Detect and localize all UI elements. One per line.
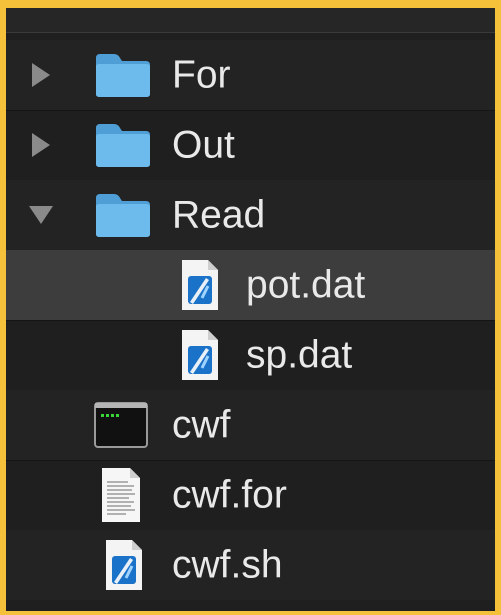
item-name: sp.dat xyxy=(246,333,353,377)
list-row-out[interactable]: Out xyxy=(6,110,495,181)
list-row-pot-dat[interactable]: pot.dat xyxy=(6,250,495,321)
list-row-cwf-sh[interactable]: cwf.sh xyxy=(6,530,495,600)
xcode-document-icon xyxy=(178,258,222,317)
item-name: pot.dat xyxy=(246,263,366,307)
folder-icon xyxy=(94,192,152,243)
text-document-icon xyxy=(98,466,144,529)
item-name: cwf.sh xyxy=(172,543,283,587)
disclosure-triangle-collapsed-icon[interactable] xyxy=(24,128,58,162)
item-name: cwf xyxy=(172,403,231,447)
terminal-executable-icon xyxy=(94,402,148,453)
list-row-cwf-for[interactable]: cwf.for xyxy=(6,460,495,531)
list-row-read[interactable]: Read xyxy=(6,180,495,251)
disclosure-triangle-collapsed-icon[interactable] xyxy=(24,58,58,92)
list-row-sp-dat[interactable]: sp.dat xyxy=(6,320,495,391)
folder-icon xyxy=(94,122,152,173)
list-row-for[interactable]: For xyxy=(6,40,495,111)
item-name: For xyxy=(172,53,231,97)
column-header-strip xyxy=(6,8,495,33)
finder-list-view: For Out Read pot.dat sp.dat cwf cwf.for … xyxy=(6,8,495,611)
disclosure-triangle-expanded-icon[interactable] xyxy=(24,198,58,232)
list-row-cwf[interactable]: cwf xyxy=(6,390,495,461)
xcode-document-icon xyxy=(102,538,146,597)
xcode-document-icon xyxy=(178,328,222,387)
item-name: Read xyxy=(172,193,266,237)
item-name: Out xyxy=(172,123,235,167)
item-name: cwf.for xyxy=(172,473,287,517)
folder-icon xyxy=(94,52,152,103)
